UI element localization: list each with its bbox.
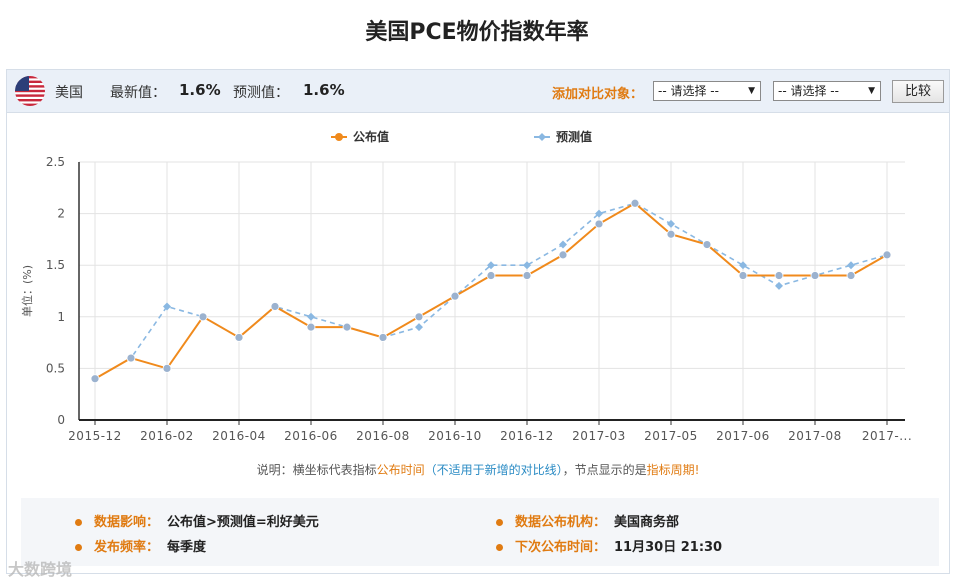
- published-point: [630, 198, 640, 208]
- published-point: [846, 271, 856, 280]
- legend-label-published: 公布值: [353, 129, 389, 144]
- forecast-point: [739, 261, 747, 270]
- x-tick-label: 2016-10: [428, 429, 482, 443]
- us-flag-icon: [15, 76, 45, 106]
- published-point: [666, 229, 676, 239]
- bullet-icon: [75, 519, 82, 526]
- y-tick-label: 1.5: [46, 258, 65, 272]
- note-period: 指标周期!: [646, 463, 700, 477]
- published-point: [594, 219, 604, 229]
- impact-value: 公布值>预测值=利好美元: [167, 515, 319, 530]
- note-prefix: 说明：横坐标代表指标: [256, 463, 377, 477]
- x-tick-label: 2017-08: [788, 429, 842, 443]
- forecast-point: [559, 240, 567, 249]
- agency-label: 数据公布机构：: [515, 515, 607, 530]
- dropdown-arrow-icon: ▼: [868, 86, 875, 96]
- x-tick-label: 2017-06: [716, 429, 770, 443]
- forecast-point: [415, 323, 423, 332]
- info-impact: 数据影响： 公布值>预测值=利好美元: [75, 511, 319, 530]
- legend-marker-published: [335, 133, 343, 141]
- published-point: [414, 312, 424, 322]
- published-point: [486, 271, 496, 280]
- y-tick-label: 0: [57, 413, 65, 427]
- info-frequency: 发布频率： 每季度: [75, 536, 206, 555]
- published-point: [234, 333, 244, 342]
- published-point: [306, 322, 316, 332]
- forecast-label: 预测值：: [233, 85, 289, 101]
- next-release-value: 11月30日 21:30: [614, 540, 723, 555]
- published-point: [378, 333, 388, 342]
- published-point: [198, 312, 208, 322]
- published-point: [522, 271, 532, 280]
- latest-label: 最新值：: [110, 85, 166, 101]
- bullet-icon: [496, 519, 503, 526]
- indicator-header: 美国 最新值： 1.6% 预测值： 1.6% 添加对比对象： -- 请选择 --…: [7, 70, 949, 113]
- published-point: [882, 250, 892, 260]
- x-tick-label: 2015-12: [68, 429, 122, 443]
- agency-value: 美国商务部: [614, 515, 680, 530]
- x-tick-label: 2016-04: [212, 429, 266, 443]
- compare-label: 添加对比对象：: [552, 87, 644, 102]
- latest-value: 1.6%: [179, 81, 221, 99]
- y-axis-label: 单位：(%): [20, 265, 34, 317]
- info-box: 数据影响： 公布值>预测值=利好美元 数据公布机构： 美国商务部 发布频率： 每季度 …: [21, 498, 939, 566]
- forecast-value: 1.6%: [303, 81, 345, 99]
- compare-select-1-value: -- 请选择 --: [658, 84, 719, 98]
- note-paren: （不适用于新增的对比线）: [424, 463, 563, 477]
- legend-label-forecast: 预测值: [556, 129, 592, 144]
- forecast-point: [775, 281, 783, 290]
- x-tick-label: 2016-08: [356, 429, 410, 443]
- x-tick-label: 2016-02: [140, 429, 194, 443]
- forecast-series-line: [94, 202, 888, 380]
- page-title: 美国PCE物价指数年率: [365, 20, 589, 45]
- compare-select-1[interactable]: -- 请选择 -- ▼: [653, 81, 761, 101]
- frequency-label: 发布频率：: [94, 540, 160, 555]
- published-point: [738, 271, 748, 280]
- x-tick-label: 2017-...: [862, 429, 912, 443]
- published-point: [810, 271, 820, 280]
- forecast-point: [307, 312, 315, 321]
- note-mid: ，节点显示的是: [562, 463, 647, 477]
- legend-marker-forecast: [538, 133, 546, 141]
- x-tick-label: 2017-05: [644, 429, 698, 443]
- compare-select-2-value: -- 请选择 --: [778, 84, 839, 98]
- published-point: [90, 374, 100, 384]
- published-point: [342, 322, 352, 332]
- y-tick-label: 2: [57, 207, 65, 221]
- bullet-icon: [75, 544, 82, 551]
- bullet-icon: [496, 544, 503, 551]
- published-series-line: [94, 202, 888, 380]
- published-point: [270, 302, 280, 311]
- dropdown-arrow-icon: ▼: [748, 86, 755, 96]
- x-tick-label: 2016-12: [500, 429, 554, 443]
- pce-line-chart: 0 0.5 1 1.5 2 2.5 2015-12 2016-02 2016-04 2016-06…: [20, 129, 912, 443]
- forecast-point: [847, 261, 855, 270]
- forecast-point: [523, 261, 531, 270]
- chart-note: 说明：横坐标代表指标公布时间（不适用于新增的对比线），节点显示的是指标周期!: [7, 461, 949, 478]
- next-release-label: 下次公布时间：: [515, 540, 607, 555]
- info-agency: 数据公布机构： 美国商务部: [496, 511, 679, 530]
- compare-select-2[interactable]: -- 请选择 -- ▼: [773, 81, 881, 101]
- forecast-point: [667, 219, 675, 228]
- y-tick-label: 0.5: [46, 361, 65, 375]
- y-tick-label: 2.5: [46, 155, 65, 169]
- published-point: [774, 271, 784, 280]
- info-next-release: 下次公布时间： 11月30日 21:30: [496, 536, 722, 555]
- watermark: 大数跨境: [8, 560, 73, 579]
- published-point: [558, 250, 568, 260]
- x-tick-label: 2016-06: [284, 429, 338, 443]
- note-publish-time: 公布时间: [376, 463, 425, 477]
- indicator-panel: 美国 最新值： 1.6% 预测值： 1.6% 添加对比对象： -- 请选择 --…: [6, 69, 950, 574]
- published-point: [450, 291, 460, 301]
- compare-button[interactable]: 比较: [892, 80, 944, 103]
- published-point: [162, 363, 172, 373]
- y-tick-label: 1: [57, 310, 65, 324]
- impact-label: 数据影响：: [94, 515, 160, 530]
- published-point: [126, 353, 136, 363]
- published-point: [702, 240, 712, 249]
- frequency-value: 每季度: [167, 540, 207, 555]
- country-name: 美国: [55, 85, 83, 101]
- x-tick-label: 2017-03: [572, 429, 626, 443]
